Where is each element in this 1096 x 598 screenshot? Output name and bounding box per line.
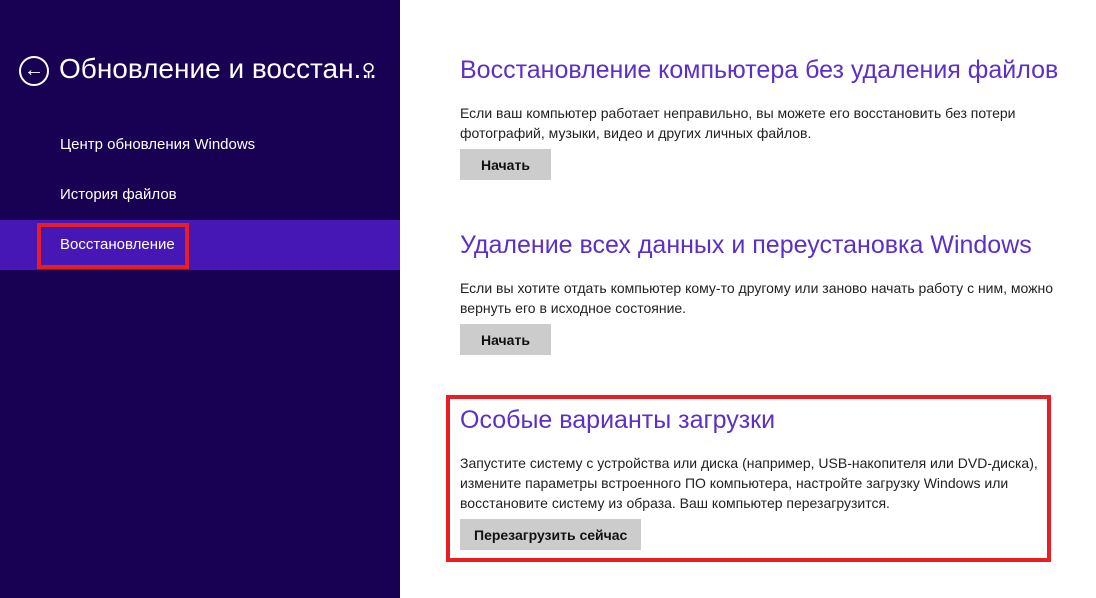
description-line: измените параметры встроенного ПО компью… <box>460 475 1009 491</box>
sidebar-item-recovery[interactable]: Восстановление <box>0 220 400 270</box>
back-arrow-icon[interactable]: ← <box>19 56 49 86</box>
section-description: Если ваш компьютер работает неправильно,… <box>460 103 1058 143</box>
section-title: Восстановление компьютера без удаления ф… <box>460 56 1059 84</box>
description-line: Если вы хотите отдать компьютер кому-то … <box>460 280 1054 296</box>
section-title: Удаление всех данных и переустановка Win… <box>460 231 1032 259</box>
description-line: фотографий, музыки, видео и других личны… <box>460 125 812 141</box>
section-advanced-startup: Особые варианты загрузки Запустите систе… <box>460 406 1038 550</box>
description-line: вернуть его в исходное состояние. <box>460 300 687 316</box>
sidebar-item-windows-update[interactable]: Центр обновления Windows <box>0 120 400 170</box>
search-icon[interactable]: ⚲ <box>362 60 375 81</box>
refresh-start-button[interactable]: Начать <box>460 149 551 180</box>
description-line: восстановите систему из образа. Ваш комп… <box>460 495 890 511</box>
sidebar: ← Обновление и восстан... ⚲ Центр обновл… <box>0 0 400 598</box>
reset-start-button[interactable]: Начать <box>460 324 551 355</box>
sidebar-item-file-history[interactable]: История файлов <box>0 170 400 220</box>
main-content: Восстановление компьютера без удаления ф… <box>400 0 1096 598</box>
description-line: Если ваш компьютер работает неправильно,… <box>460 105 1016 121</box>
section-reset: Удаление всех данных и переустановка Win… <box>460 231 1053 355</box>
description-line: Запустите систему с устройства или диска… <box>460 455 1038 471</box>
section-description: Если вы хотите отдать компьютер кому-то … <box>460 278 1053 318</box>
section-description: Запустите систему с устройства или диска… <box>460 453 1038 513</box>
restart-now-button[interactable]: Перезагрузить сейчас <box>460 519 642 550</box>
section-refresh: Восстановление компьютера без удаления ф… <box>460 56 1058 180</box>
section-title: Особые варианты загрузки <box>460 406 776 434</box>
page-title: Обновление и восстан... <box>59 53 377 84</box>
